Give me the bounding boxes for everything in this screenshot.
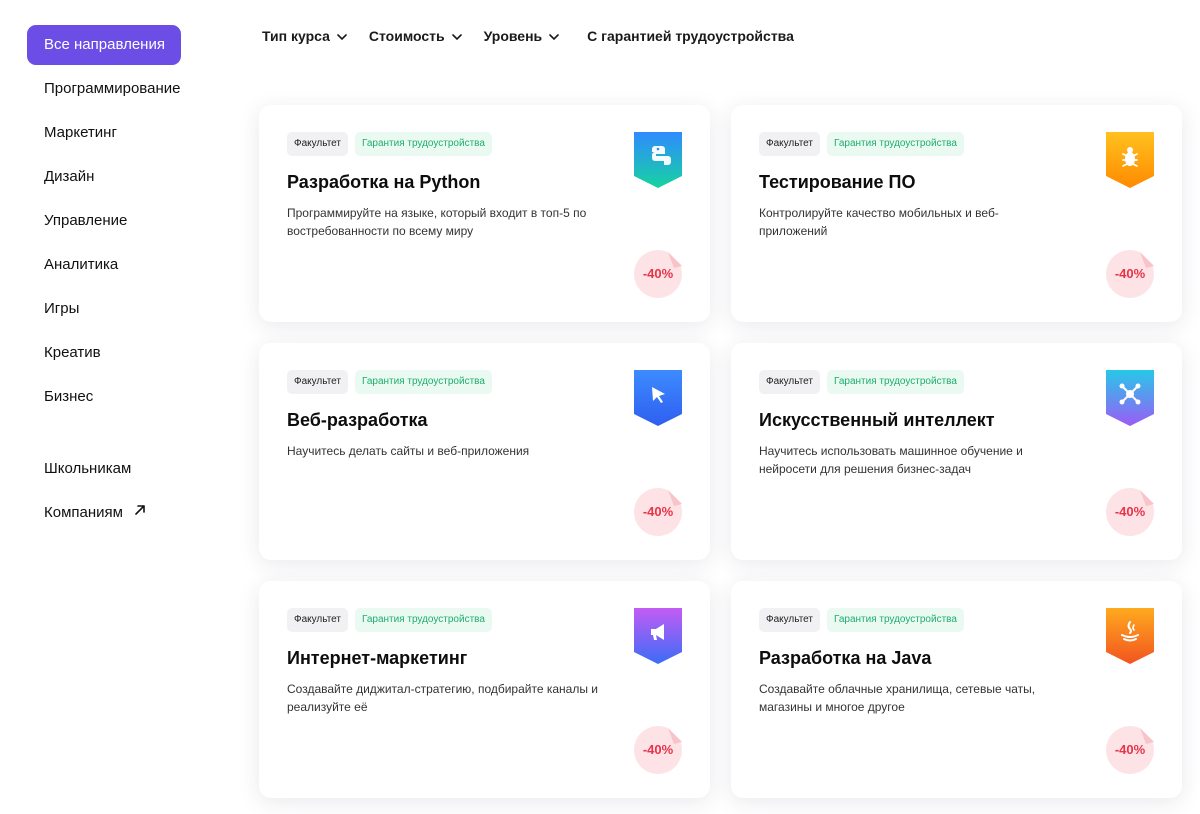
discount-badge: -40% bbox=[634, 250, 682, 298]
filter-price[interactable]: Стоимость bbox=[369, 28, 462, 44]
sidebar-item-schoolchildren[interactable]: Школьникам bbox=[27, 449, 227, 489]
course-card-java[interactable]: Факультет Гарантия трудоустройства Разра… bbox=[731, 581, 1182, 798]
sidebar-item-business[interactable]: Бизнес bbox=[27, 377, 227, 417]
filter-job-guarantee[interactable]: С гарантией трудоустройства bbox=[587, 28, 794, 44]
python-icon bbox=[634, 132, 682, 188]
discount-badge: -40% bbox=[634, 726, 682, 774]
sidebar-item-design[interactable]: Дизайн bbox=[27, 157, 227, 197]
discount-badge: -40% bbox=[1106, 488, 1154, 536]
course-card-marketing[interactable]: Факультет Гарантия трудоустройства Интер… bbox=[259, 581, 710, 798]
tag-faculty: Факультет bbox=[287, 608, 348, 632]
sidebar-item-marketing[interactable]: Маркетинг bbox=[27, 113, 227, 153]
chevron-down-icon bbox=[337, 28, 347, 44]
sidebar-divider-gap bbox=[27, 421, 227, 449]
filter-level[interactable]: Уровень bbox=[484, 28, 560, 44]
course-card-ai[interactable]: Факультет Гарантия трудоустройства Искус… bbox=[731, 343, 1182, 560]
tag-job-guarantee: Гарантия трудоустройства bbox=[826, 132, 964, 156]
sidebar-item-programming[interactable]: Программирование bbox=[27, 69, 227, 109]
discount-badge: -40% bbox=[634, 488, 682, 536]
discount-badge: -40% bbox=[1106, 726, 1154, 774]
course-title: Искусственный интеллект bbox=[759, 410, 995, 430]
sidebar-item-all[interactable]: Все направления bbox=[27, 25, 181, 65]
megaphone-icon bbox=[634, 608, 682, 664]
course-card-testing[interactable]: Факультет Гарантия трудоустройства Тести… bbox=[731, 105, 1182, 322]
course-description: Научитесь делать сайты и веб-приложения bbox=[287, 444, 530, 458]
chevron-down-icon bbox=[451, 28, 462, 44]
filter-bar: Тип курса Стоимость Уровень С гарантией … bbox=[262, 26, 816, 46]
java-icon bbox=[1106, 608, 1154, 664]
discount-value: -40% bbox=[1114, 504, 1146, 519]
chevron-down-icon bbox=[549, 28, 559, 44]
course-title: Интернет-маркетинг bbox=[287, 648, 468, 668]
course-title: Веб-разработка bbox=[287, 410, 428, 430]
discount-value: -40% bbox=[642, 742, 674, 757]
tag-faculty: Факультет bbox=[759, 132, 820, 156]
bug-icon bbox=[1106, 132, 1154, 188]
tag-faculty: Факультет bbox=[759, 370, 820, 394]
tag-faculty: Факультет bbox=[287, 132, 348, 156]
network-icon bbox=[1106, 370, 1154, 426]
filter-course-type[interactable]: Тип курса bbox=[262, 28, 347, 44]
filter-job-guarantee-label: С гарантией трудоустройства bbox=[587, 28, 794, 44]
discount-value: -40% bbox=[1114, 266, 1146, 281]
course-card-python[interactable]: Факультет Гарантия трудоустройства Разра… bbox=[259, 105, 710, 322]
course-description: Контролируйте качество мобильных и веб-п… bbox=[759, 206, 999, 238]
tag-job-guarantee: Гарантия трудоустройства bbox=[354, 132, 492, 156]
discount-badge: -40% bbox=[1106, 250, 1154, 298]
course-description: Создавайте облачные хранилища, сетевые ч… bbox=[759, 682, 1036, 714]
arrow-up-right-icon bbox=[133, 493, 147, 533]
course-card-web[interactable]: Факультет Гарантия трудоустройства Веб-р… bbox=[259, 343, 710, 560]
tag-faculty: Факультет bbox=[759, 608, 820, 632]
sidebar-item-companies-label: Компаниям bbox=[44, 504, 123, 521]
tag-job-guarantee: Гарантия трудоустройства bbox=[354, 608, 492, 632]
tag-faculty: Факультет bbox=[287, 370, 348, 394]
discount-value: -40% bbox=[642, 266, 674, 281]
course-title: Разработка на Java bbox=[759, 648, 932, 668]
course-title: Тестирование ПО bbox=[759, 172, 916, 192]
sidebar: Все направления Программирование Маркети… bbox=[27, 25, 227, 537]
filter-price-label: Стоимость bbox=[368, 28, 445, 44]
filter-course-type-label: Тип курса bbox=[262, 28, 330, 44]
tag-job-guarantee: Гарантия трудоустройства bbox=[354, 370, 492, 394]
sidebar-item-management[interactable]: Управление bbox=[27, 201, 227, 241]
course-description: Создавайте диджитал-стратегию, подбирайт… bbox=[287, 682, 598, 714]
discount-value: -40% bbox=[642, 504, 674, 519]
sidebar-item-companies[interactable]: Компаниям bbox=[27, 493, 227, 533]
cursor-icon bbox=[634, 370, 682, 426]
course-title: Разработка на Python bbox=[287, 172, 481, 192]
sidebar-item-games[interactable]: Игры bbox=[27, 289, 227, 329]
sidebar-item-creative[interactable]: Креатив bbox=[27, 333, 227, 373]
discount-value: -40% bbox=[1114, 742, 1146, 757]
course-description: Научитесь использовать машинное обучение… bbox=[759, 444, 1023, 476]
tag-job-guarantee: Гарантия трудоустройства bbox=[826, 370, 964, 394]
course-description: Программируйте на языке, который входит … bbox=[287, 206, 587, 238]
sidebar-item-analytics[interactable]: Аналитика bbox=[27, 245, 227, 285]
tag-job-guarantee: Гарантия трудоустройства bbox=[826, 608, 964, 632]
filter-level-label: Уровень bbox=[483, 28, 543, 44]
